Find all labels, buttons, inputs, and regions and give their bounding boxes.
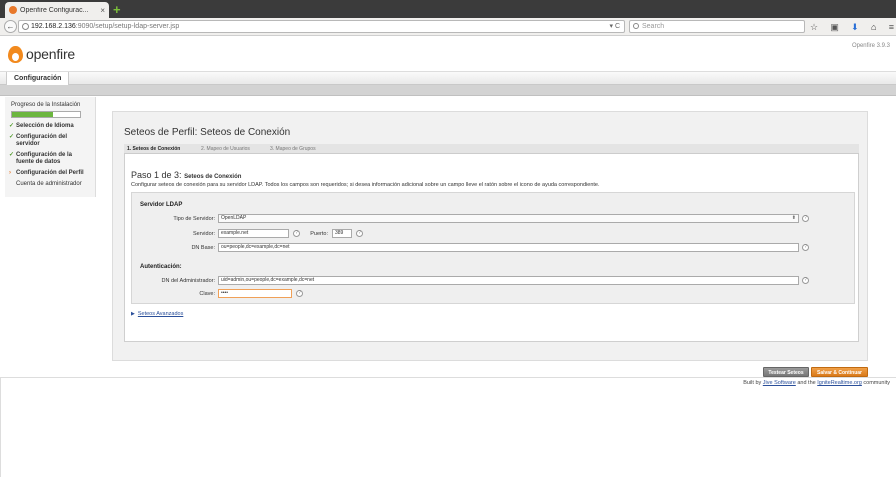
download-icon[interactable]: ⬇: [851, 22, 859, 33]
port-label: Puerto:: [310, 231, 328, 237]
footer: Built by Jive Software and the IgniteRea…: [743, 380, 890, 386]
browser-tab[interactable]: Openfire Configurac... ×: [5, 2, 109, 18]
setup-panel: Seteos de Perfil: Seteos de Conexión 1. …: [112, 111, 868, 377]
subnav-strip: [0, 85, 896, 96]
logo-text: openfire: [26, 46, 75, 62]
dn-base-input[interactable]: ou=people,dc=example,dc=net: [218, 243, 799, 252]
progress-label: Progreso de la Instalación: [11, 102, 81, 108]
browser-tab-strip: Openfire Configurac... × +: [0, 0, 896, 18]
footer-divider: [0, 377, 896, 378]
tab-close-icon[interactable]: ×: [100, 6, 105, 15]
search-icon: [633, 23, 639, 29]
installation-progress-bar: [11, 111, 81, 118]
checkmark-icon: ✓: [9, 152, 15, 158]
star-icon[interactable]: ☆: [810, 22, 818, 33]
port-input[interactable]: 389: [332, 229, 352, 238]
admin-dn-label: DN del Administrador:: [161, 278, 216, 284]
step-content: Paso 1 de 3: Seteos de Conexión Configur…: [124, 154, 868, 377]
sidebar-step-servidor: ✓ Configuración del servidor: [9, 134, 67, 147]
wizard-tabs: 1. Seteos de Conexión 2. Mapeo de Usuari…: [124, 144, 859, 154]
home-icon[interactable]: ⌂: [871, 22, 876, 32]
openfire-favicon-icon: [9, 6, 17, 14]
version-label: Openfire 3.9.3: [851, 43, 890, 49]
url-path: :9090/setup/setup-ldap-server.jsp: [75, 23, 180, 30]
server-type-select[interactable]: OpenLDAP ⬍: [218, 214, 799, 223]
server-label: Servidor:: [192, 231, 215, 237]
clipboard-icon[interactable]: ▣: [830, 22, 839, 33]
sidebar-step-perfil: › Configuración del Perfil: [9, 170, 84, 176]
auth-section-title: Autenticación:: [140, 264, 182, 270]
globe-icon: [22, 23, 29, 30]
sidebar-step-fuente-datos: ✓ Configuración de la fuente de datos: [9, 152, 73, 165]
help-icon[interactable]: ?: [356, 230, 363, 237]
help-icon[interactable]: ?: [296, 290, 303, 297]
progress-fill: [12, 112, 53, 117]
step-description: Configurar seteos de conexión para su se…: [131, 182, 600, 188]
main-tabbar: Configuración: [0, 71, 896, 86]
help-icon[interactable]: ?: [293, 230, 300, 237]
installation-sidebar: Progreso de la Instalación ✓ Selección d…: [5, 97, 96, 197]
ldap-server-section-title: Servidor LDAP: [140, 202, 183, 208]
updown-arrows-icon: ⬍: [791, 215, 796, 221]
dn-base-label: DN Base:: [191, 245, 215, 251]
help-icon[interactable]: ?: [802, 244, 809, 251]
expand-triangle-icon: ▶: [131, 311, 135, 317]
igniterealtime-link[interactable]: IgniteRealtime.org: [817, 380, 862, 386]
wizard-tab-usuarios: 2. Mapeo de Usuarios: [201, 146, 250, 152]
checkmark-icon: ✓: [9, 134, 15, 140]
browser-toolbar: ☆ ▣ ⬇ ⌂ ≡: [810, 20, 894, 34]
tab-configuracion[interactable]: Configuración: [6, 72, 70, 86]
new-tab-icon[interactable]: +: [113, 3, 125, 16]
checkmark-icon: ✓: [9, 123, 15, 129]
menu-icon[interactable]: ≡: [889, 22, 894, 32]
tab-title: Openfire Configurac...: [20, 6, 89, 14]
step-heading: Paso 1 de 3: Seteos de Conexión: [131, 170, 242, 180]
navigation-bar: ← 192.168.2.136:9090/setup/setup-ldap-se…: [0, 18, 896, 36]
jive-software-link[interactable]: Jive Software: [763, 380, 796, 386]
page-title: Seteos de Perfil: Seteos de Conexión: [124, 127, 291, 138]
back-arrow-icon[interactable]: ←: [4, 20, 17, 33]
reload-icon[interactable]: ▾ C: [609, 21, 620, 32]
openfire-logo: openfire: [6, 42, 75, 66]
advanced-settings-link[interactable]: ▶ Seteos Avanzados: [131, 311, 183, 317]
flame-logo-icon: [6, 44, 24, 64]
help-icon[interactable]: ?: [802, 215, 809, 222]
search-placeholder: Search: [642, 23, 665, 30]
admin-dn-input[interactable]: uid=admin,ou=people,dc=example,dc=net: [218, 276, 799, 285]
url-host: 192.168.2.136: [31, 23, 76, 30]
current-step-arrow-icon: ›: [9, 170, 11, 176]
wizard-tab-conexion: 1. Seteos de Conexión: [127, 146, 181, 152]
ldap-settings-box: Servidor LDAP Tipo de Servidor: OpenLDAP…: [131, 192, 855, 304]
password-input[interactable]: ••••: [218, 289, 292, 298]
wizard-tab-grupos: 3. Mapeo de Grupos: [270, 146, 316, 152]
server-input[interactable]: example.net: [218, 229, 289, 238]
password-label: Clave:: [199, 291, 215, 297]
address-bar[interactable]: 192.168.2.136:9090/setup/setup-ldap-serv…: [18, 20, 625, 33]
left-edge-line: [0, 378, 1, 477]
test-settings-button[interactable]: Testear Seteos: [763, 367, 809, 377]
sidebar-step-idioma: ✓ Selección de Idioma: [9, 123, 74, 129]
server-type-label: Tipo de Servidor:: [173, 216, 215, 222]
browser-search-input[interactable]: Search: [629, 20, 805, 33]
sidebar-step-admin: Cuenta de administrador: [16, 181, 82, 187]
save-continue-button[interactable]: Salvar & Continuar: [811, 367, 868, 377]
help-icon[interactable]: ?: [802, 277, 809, 284]
